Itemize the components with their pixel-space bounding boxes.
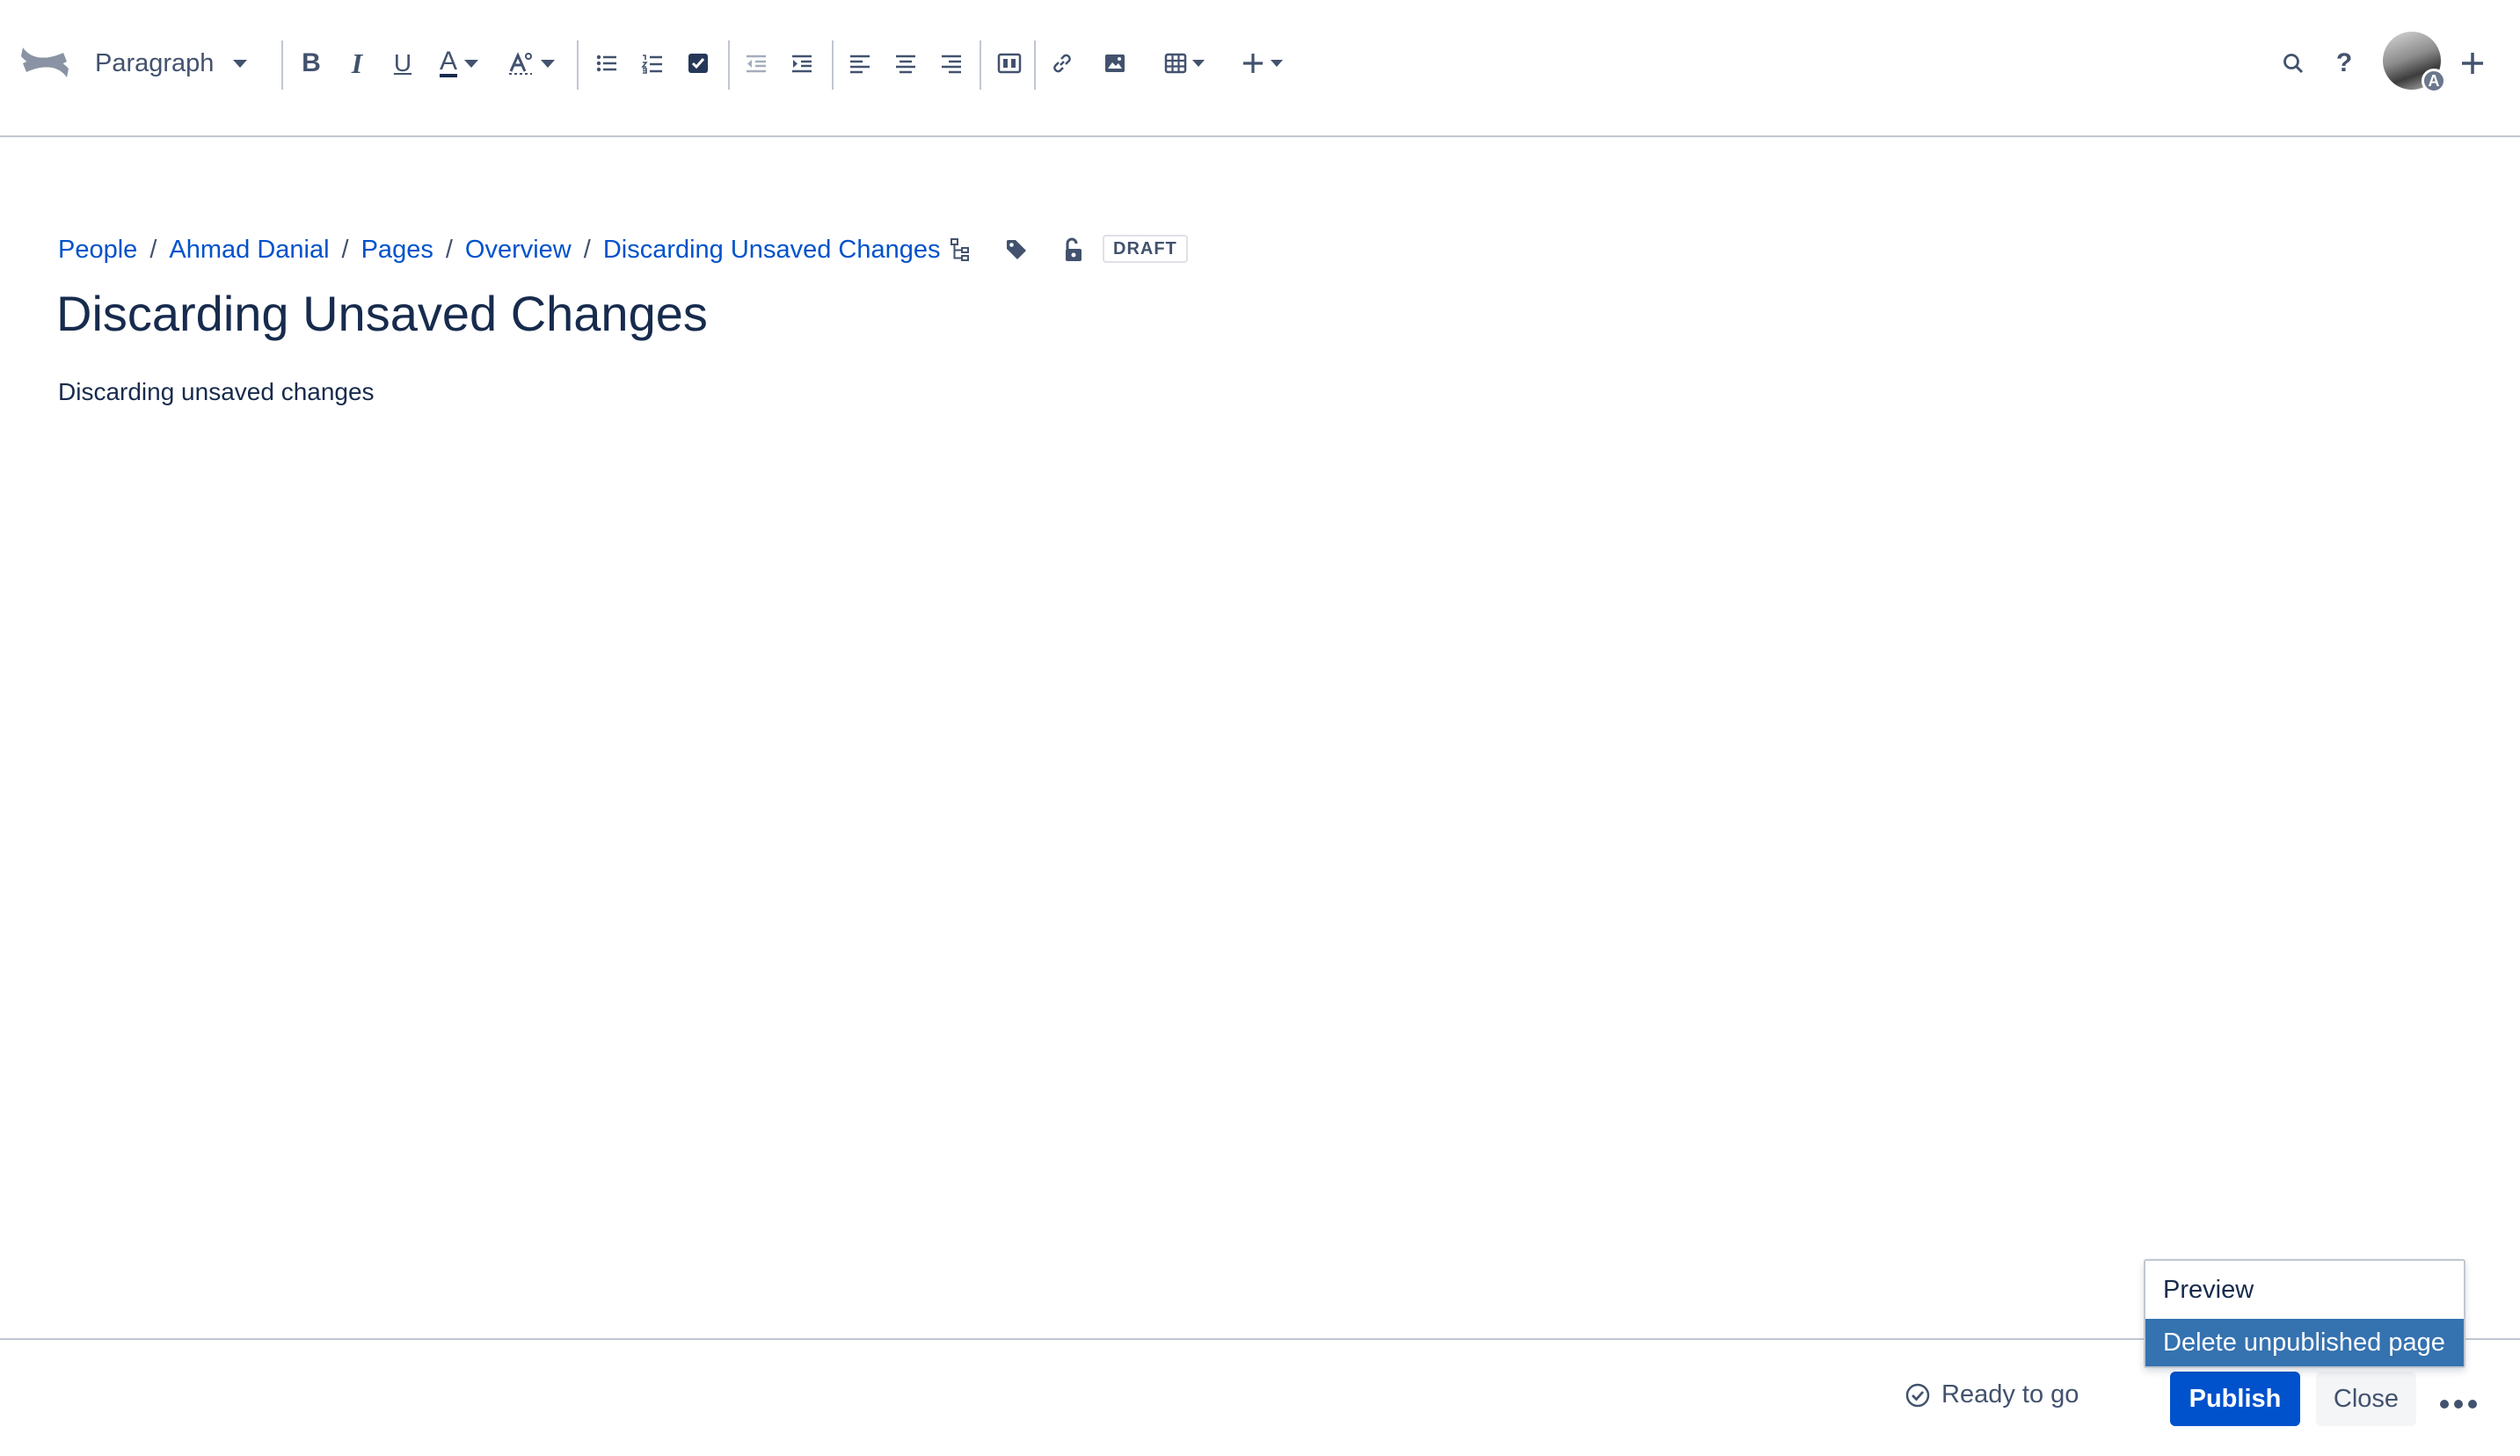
bullet-list-button[interactable] [591,37,623,90]
text-formatting-icon [507,50,534,76]
toolbar-divider [728,40,730,90]
image-icon [1103,52,1126,75]
align-right-button[interactable] [936,37,967,90]
link-icon [1051,52,1074,75]
numbered-list-button[interactable] [637,37,668,90]
breadcrumb-separator: / [583,236,591,264]
menu-item-delete-unpublished-page[interactable]: Delete unpublished page [2145,1319,2464,1366]
publish-button[interactable]: Publish [2170,1372,2300,1426]
bold-button[interactable]: B [295,37,327,90]
align-left-icon [848,52,871,75]
italic-icon: I [351,47,363,79]
search-button[interactable] [2277,37,2309,90]
table-button[interactable] [1161,37,1208,90]
label-tag-icon[interactable] [999,232,1034,267]
toolbar-divider [832,40,834,90]
breadcrumb-link-people[interactable]: People [58,236,137,265]
confluence-logo-icon[interactable] [18,35,72,90]
plus-icon [2459,50,2486,76]
task-list-button[interactable] [682,37,714,90]
insert-more-button[interactable] [1236,37,1287,90]
underline-icon: U [393,49,412,76]
breadcrumb-link-overview[interactable]: Overview [465,236,572,265]
search-icon [2282,52,2305,75]
numbered-list-icon [641,52,664,75]
invite-button[interactable] [2455,37,2490,90]
text-style-dropdown[interactable]: Paragraph [95,37,248,90]
page-title[interactable]: Discarding Unsaved Changes [56,285,708,342]
save-status: Ready to go [1905,1380,2079,1409]
close-button[interactable]: Close [2316,1372,2416,1426]
more-icon [2437,1400,2480,1409]
breadcrumb: People / Ahmad Danial / Pages / Overview… [58,236,940,265]
align-center-icon [894,52,917,75]
align-left-button[interactable] [844,37,876,90]
align-center-button[interactable] [890,37,921,90]
breadcrumb-link-current-page[interactable]: Discarding Unsaved Changes [603,236,941,265]
user-avatar[interactable]: A [2383,32,2446,93]
text-style-label: Paragraph [95,48,215,77]
underline-button[interactable]: U [387,37,419,90]
toolbar-divider [980,40,981,90]
text-color-icon: A [439,47,457,77]
outdent-icon [745,52,768,75]
breadcrumb-link-pages[interactable]: Pages [361,236,433,265]
chevron-down-icon [541,59,555,68]
chevron-down-icon [1192,60,1205,67]
indent-button[interactable] [786,37,818,90]
image-button[interactable] [1099,37,1131,90]
bullet-list-icon [595,52,618,75]
bold-icon: B [302,48,321,77]
more-options-menu: Preview Delete unpublished page [2144,1259,2465,1368]
save-status-label: Ready to go [1941,1380,2079,1409]
help-icon: ? [2335,48,2353,77]
page-body-text[interactable]: Discarding unsaved changes [58,378,375,406]
page-layout-button[interactable] [994,37,1025,90]
chevron-down-icon [1271,60,1283,67]
task-list-icon [687,52,710,75]
page-layout-icon [997,52,1022,75]
breadcrumb-separator: / [341,236,349,264]
italic-button[interactable]: I [341,37,373,90]
status-lozenge: DRAFT [1103,235,1188,263]
check-circle-icon [1905,1383,1930,1407]
page-tree-icon[interactable] [943,232,978,267]
breadcrumb-separator: / [445,236,453,264]
indent-icon [790,52,813,75]
editor-footer [0,1338,2520,1456]
breadcrumb-separator: / [149,236,157,264]
table-icon [1164,52,1187,75]
text-formatting-button[interactable] [503,37,559,90]
avatar-badge: A [2422,69,2446,93]
toolbar-divider [577,40,579,90]
outdent-button[interactable] [740,37,772,90]
toolbar-divider [1034,40,1036,90]
chevron-down-icon [464,59,478,68]
toolbar-divider [281,40,283,90]
unlocked-restrictions-icon[interactable] [1055,232,1090,267]
editor-toolbar: Paragraph B I U A ? A [0,0,2520,137]
breadcrumb-link-user[interactable]: Ahmad Danial [169,236,329,265]
insert-more-icon [1241,51,1265,76]
text-color-button[interactable]: A [433,37,485,90]
more-options-button[interactable] [2432,1377,2485,1431]
menu-item-preview[interactable]: Preview [2145,1266,2464,1314]
link-button[interactable] [1046,37,1078,90]
help-button[interactable]: ? [2328,37,2360,90]
align-right-icon [940,52,963,75]
chevron-down-icon [233,59,248,68]
